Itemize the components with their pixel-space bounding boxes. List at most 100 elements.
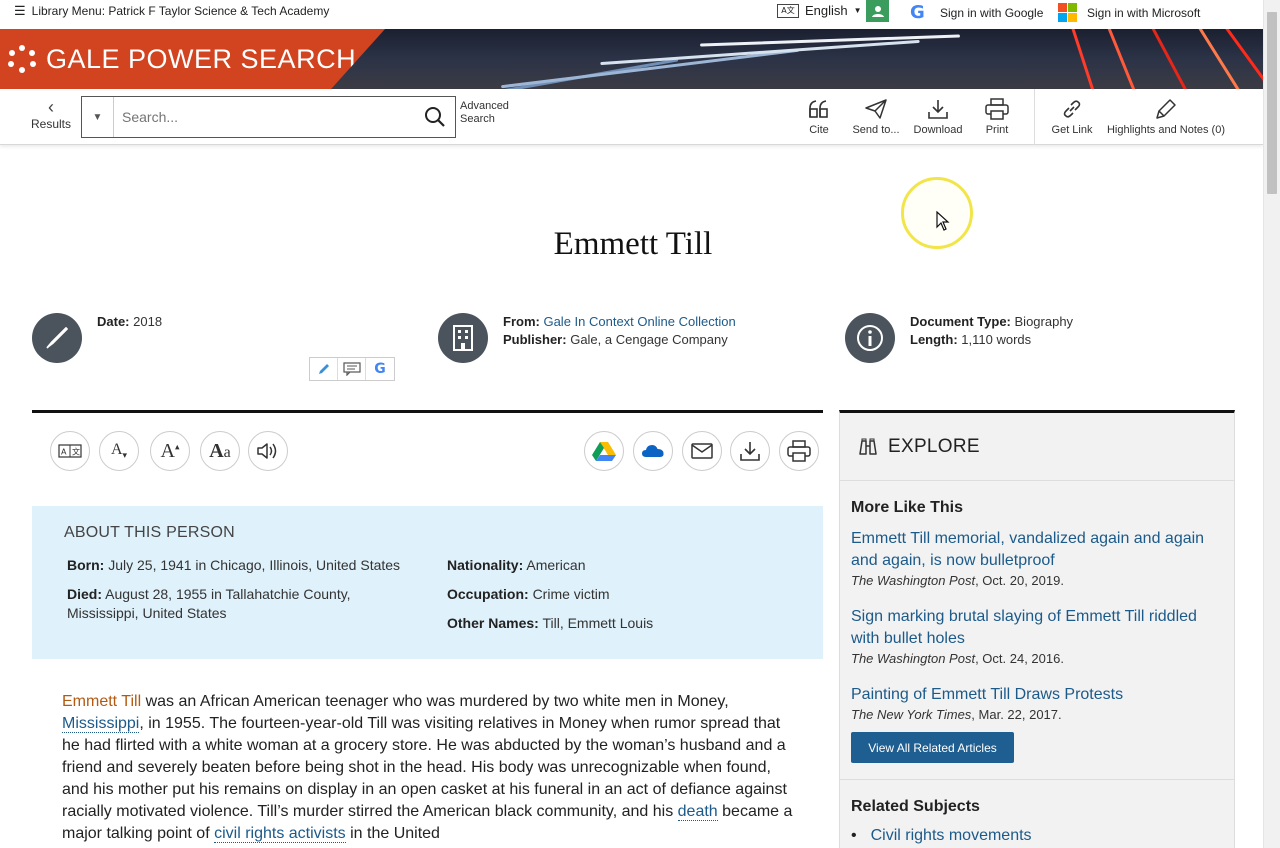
google-drive-icon [592,441,616,461]
search-icon [425,107,445,127]
search-box: ▼ [81,96,456,138]
source-name: The New York Times [851,707,972,722]
listen-button[interactable] [248,431,288,471]
increase-font-button[interactable]: A▴ [150,431,190,471]
publisher-value: Gale, a Cengage Company [570,332,728,347]
pencil-icon [318,364,329,374]
search-button[interactable] [415,106,455,128]
sign-in-microsoft-label: Sign in with Microsoft [1087,5,1201,20]
other-names-label: Other Names: [447,615,539,631]
sign-in-microsoft-link[interactable]: Sign in with Microsoft [1058,3,1200,22]
search-scope-dropdown[interactable]: ▼ [82,97,114,137]
back-to-results-button[interactable]: ‹ Results [30,97,72,131]
language-selector[interactable]: A文 English ▼ [777,3,862,18]
link-icon [1063,100,1081,118]
sign-in-google-link[interactable]: G Sign in with Google [910,3,1043,23]
subject-link-emmett-till[interactable]: Emmett Till [62,693,141,710]
download-button[interactable]: Download [910,97,966,136]
document-toolbar: ‹ Results ▼ Advanced Search Cite Send to… [0,89,1263,145]
doctype-label: Document Type: [910,314,1011,329]
related-article-source: The New York Times, Mar. 22, 2017. [851,706,1226,724]
pen-nib-icon [46,327,68,349]
died-label: Died: [67,586,102,602]
bullet: • [851,827,857,844]
nationality-field: Nationality: American [447,556,586,575]
document-meta: Document Type: Biography Length: 1,110 w… [910,313,1073,349]
print-button[interactable]: Print [983,97,1011,136]
building-icon [453,325,473,351]
source-badge [438,313,488,363]
other-names-field: Other Names: Till, Emmett Louis [447,614,653,633]
selection-tools: G [309,357,395,381]
translate-icon: A文 [777,3,799,18]
related-article-link[interactable]: Painting of Emmett Till Draws Protests [851,684,1226,706]
page-scrollbar[interactable] [1263,0,1280,848]
length-value: 1,110 words [961,332,1032,347]
light-streak [700,34,960,47]
binoculars-icon [859,438,877,455]
scrollbar-thumb[interactable] [1267,12,1277,194]
highlight-tool-button[interactable] [310,358,338,380]
email-button[interactable] [682,431,722,471]
user-icon [871,6,884,17]
get-link-label: Get Link [1051,124,1093,136]
onedrive-cloud-icon [642,445,664,457]
results-label: Results [30,117,71,131]
explore-heading: EXPLORE [888,435,980,457]
related-article: Emmett Till memorial, vandalized again a… [851,528,1226,590]
date-value: 2018 [133,314,163,329]
send-to-button[interactable]: Send to... [850,97,902,136]
born-field: Born: July 25, 1941 in Chicago, Illinois… [67,556,400,575]
occupation-value: Crime victim [532,586,610,602]
explore-panel: EXPLORE More Like This Emmett Till memor… [839,410,1235,848]
paper-plane-icon [865,99,887,119]
onedrive-button[interactable] [633,431,673,471]
google-drive-button[interactable] [584,431,624,471]
google-search-icon: G [374,361,386,377]
article-download-button[interactable] [730,431,770,471]
topic-link-mississippi[interactable]: Mississippi [62,715,140,733]
topic-link-death[interactable]: death [677,803,718,821]
nationality-value: American [526,557,586,573]
font-style-button[interactable]: Aa [200,431,240,471]
related-article-source: The Washington Post, Oct. 24, 2016. [851,650,1226,668]
library-menu-label: Library Menu: Patrick F Taylor Science &… [31,4,330,18]
get-link-button[interactable]: Get Link [1049,97,1095,136]
toolbar-divider [1034,89,1035,145]
related-article: Painting of Emmett Till Draws Protests T… [851,684,1226,724]
article-print-button[interactable] [779,431,819,471]
svg-text:A: A [61,448,67,457]
related-article-link[interactable]: Sign marking brutal slaying of Emmett Ti… [851,606,1226,650]
google-lookup-button[interactable]: G [366,358,394,380]
library-menu[interactable]: ☰ Library Menu: Patrick F Taylor Science… [14,3,329,19]
font-decrease-icon: A▾ [110,440,128,461]
utility-bar: ☰ Library Menu: Patrick F Taylor Science… [0,0,1263,29]
translate-button[interactable]: A文 [50,431,90,471]
article-divider [32,410,823,413]
source-name: The Washington Post [851,573,976,588]
translate-icon: A文 [58,444,82,458]
source-meta: From: Gale In Context Online Collection … [503,313,736,349]
explore-divider [840,779,1234,780]
user-profile-button[interactable] [866,0,889,22]
quote-icon [809,100,828,118]
topic-link-civil-rights-activists[interactable]: civil rights activists [214,825,346,843]
source-link[interactable]: Gale In Context Online Collection [543,314,735,329]
highlights-notes-button[interactable]: Highlights and Notes (0) [1104,97,1228,136]
brand-logo[interactable]: GALE POWER SEARCH [0,29,385,89]
advanced-search-link[interactable]: Advanced Search [460,100,520,126]
related-subject-link[interactable]: Civil rights movements [871,827,1032,845]
view-all-related-button[interactable]: View All Related Articles [851,732,1014,763]
light-streak [500,48,800,89]
light-streak [1047,29,1113,89]
more-like-this-heading: More Like This [851,499,964,516]
search-input[interactable] [114,97,415,137]
info-icon [857,325,883,351]
cite-button[interactable]: Cite [806,97,832,136]
related-subjects-heading: Related Subjects [851,798,980,815]
printer-icon [985,98,1009,120]
hamburger-icon: ☰ [14,3,26,18]
note-tool-button[interactable] [338,358,366,380]
related-article-link[interactable]: Emmett Till memorial, vandalized again a… [851,528,1226,572]
decrease-font-button[interactable]: A▾ [99,431,139,471]
